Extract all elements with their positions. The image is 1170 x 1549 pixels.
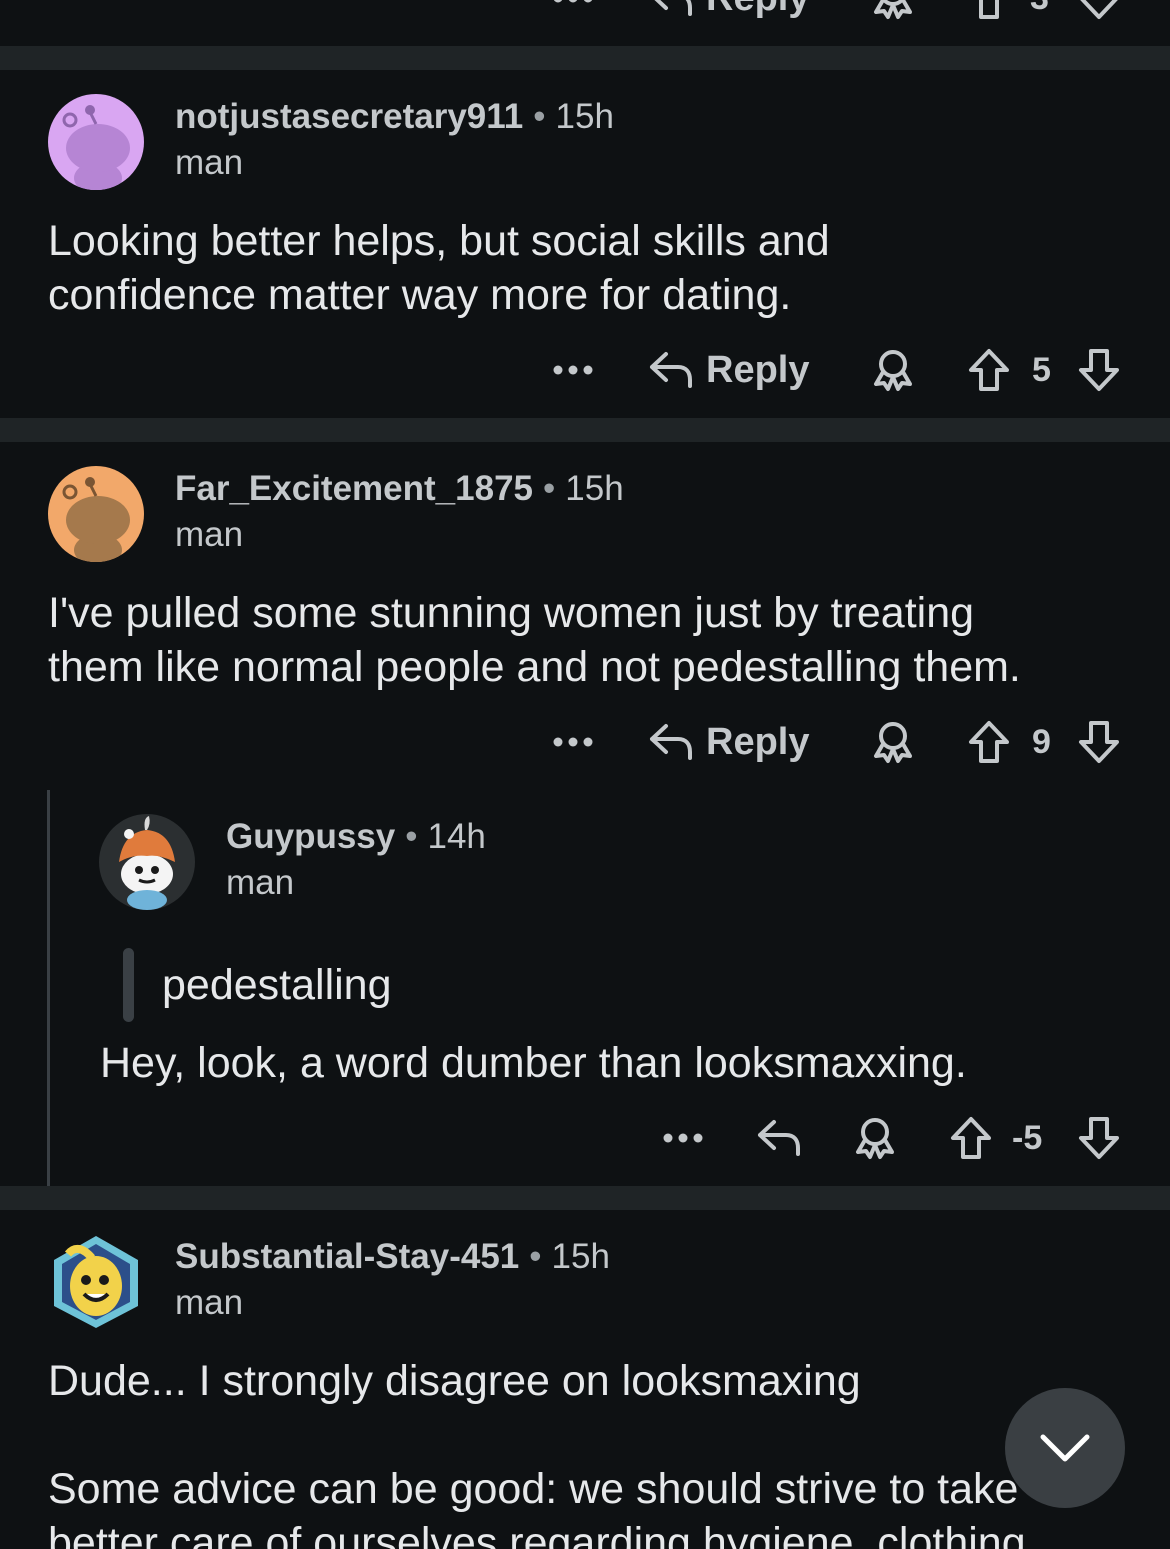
more-button[interactable] xyxy=(552,0,594,26)
downvote-icon xyxy=(1079,721,1119,763)
avatar[interactable] xyxy=(48,466,144,562)
timestamp: 15h xyxy=(565,469,624,508)
award-icon xyxy=(856,1118,894,1159)
more-button[interactable] xyxy=(552,342,594,398)
user-flair: man xyxy=(175,515,244,554)
meta-separator: • xyxy=(405,817,418,856)
downvote-button[interactable] xyxy=(1076,342,1122,398)
award-button[interactable] xyxy=(870,714,916,770)
comment-body: Dude... I strongly disagree on looksmaxi… xyxy=(48,1354,1026,1549)
award-button[interactable] xyxy=(870,342,916,398)
downvote-button[interactable] xyxy=(1076,1110,1122,1166)
reply-button[interactable]: Reply xyxy=(648,342,809,398)
reply-button[interactable]: Reply xyxy=(648,0,809,26)
upvote-icon xyxy=(969,721,1009,763)
comment-body-line: I've pulled some stunning women just by … xyxy=(48,589,975,637)
username[interactable]: Far_Excitement_1875 xyxy=(175,469,533,508)
vote-count: 9 xyxy=(1032,722,1051,761)
comment-meta: Far_Excitement_1875 • 15h xyxy=(175,466,624,512)
comment: notjustasecretary911 • 15h man Looking bet… xyxy=(0,70,1170,418)
previous-comment-actions: Reply 3 xyxy=(0,0,1170,46)
award-button[interactable] xyxy=(870,0,916,26)
meta-separator: • xyxy=(543,469,556,508)
comment-body: Hey, look, a word dumber than looksmaxxi… xyxy=(100,1036,967,1090)
comment: Substantial-Stay-451 • 15h man Dude... I s… xyxy=(0,1210,1170,1549)
comment-actions: Reply 9 xyxy=(0,714,1170,770)
comment-actions: Reply 5 xyxy=(0,342,1170,398)
user-flair: man xyxy=(175,143,244,182)
downvote-icon xyxy=(1079,349,1119,391)
downvote-button[interactable] xyxy=(1076,714,1122,770)
snoo-avatar-icon xyxy=(99,814,195,910)
more-icon xyxy=(663,1133,703,1143)
comment-separator xyxy=(0,1186,1170,1210)
comment-actions: -5 xyxy=(0,1110,1170,1166)
meta-separator: • xyxy=(529,1237,542,1276)
username[interactable]: notjustasecretary911 xyxy=(175,97,523,136)
reply-button[interactable] xyxy=(756,1110,802,1166)
username[interactable]: Guypussy xyxy=(226,817,395,856)
more-button[interactable] xyxy=(662,1110,704,1166)
comment-meta: notjustasecretary911 • 15h xyxy=(175,94,614,140)
scroll-next-comment-button[interactable] xyxy=(1005,1388,1125,1508)
snoo-avatar-icon xyxy=(54,1236,138,1328)
reply-arrow-icon xyxy=(650,352,692,388)
comment-body-line: Hey, look, a word dumber than looksmaxxi… xyxy=(100,1039,967,1087)
vote-count: -5 xyxy=(1012,1118,1043,1157)
more-icon xyxy=(553,365,593,375)
downvote-icon xyxy=(1079,1117,1119,1159)
timestamp: 15h xyxy=(551,1237,610,1276)
comment-separator xyxy=(0,418,1170,442)
user-flair: man xyxy=(226,863,295,902)
comment-meta: Substantial-Stay-451 • 15h xyxy=(175,1234,610,1280)
comment-body-line: them like normal people and not pedestal… xyxy=(48,643,1021,691)
username[interactable]: Substantial-Stay-451 xyxy=(175,1237,519,1276)
user-flair: man xyxy=(175,1283,244,1322)
comment-body-line: better care of ourselves regarding hygie… xyxy=(48,1519,1026,1549)
upvote-icon xyxy=(971,0,1007,19)
more-icon xyxy=(553,737,593,747)
vote-count: 5 xyxy=(1032,350,1051,389)
upvote-button[interactable] xyxy=(948,1110,994,1166)
avatar[interactable] xyxy=(48,1234,144,1330)
award-button[interactable] xyxy=(852,1110,898,1166)
avatar[interactable] xyxy=(48,94,144,190)
snoo-avatar-icon xyxy=(48,466,144,562)
downvote-button[interactable] xyxy=(1076,0,1122,26)
comment-body-line: Looking better helps, but social skills … xyxy=(48,217,830,265)
avatar[interactable] xyxy=(99,814,195,910)
award-icon xyxy=(874,722,912,763)
more-icon xyxy=(553,0,593,3)
reply-arrow-icon xyxy=(654,0,692,16)
meta-separator: • xyxy=(533,97,546,136)
timestamp: 14h xyxy=(427,817,486,856)
upvote-button[interactable] xyxy=(966,0,1012,26)
comment-body-line: confidence matter way more for dating. xyxy=(48,271,792,319)
chevron-down-icon xyxy=(1040,1434,1090,1462)
award-icon xyxy=(874,350,912,391)
award-icon xyxy=(874,0,912,19)
comment: Far_Excitement_1875 • 15h man I've pulled … xyxy=(0,442,1170,1186)
comment-body-line: Dude... I strongly disagree on looksmaxi… xyxy=(48,1357,861,1405)
comment-body-line: Some advice can be good: we should striv… xyxy=(48,1465,1019,1513)
reply-arrow-icon xyxy=(650,724,692,760)
reply-arrow-icon xyxy=(758,1120,800,1156)
upvote-button[interactable] xyxy=(966,714,1012,770)
upvote-button[interactable] xyxy=(966,342,1012,398)
downvote-icon xyxy=(1080,0,1118,19)
vote-count: 3 xyxy=(1030,0,1049,26)
reply-button[interactable]: Reply xyxy=(648,714,809,770)
comment-separator xyxy=(0,46,1170,70)
more-button[interactable] xyxy=(552,714,594,770)
quote-bar xyxy=(123,948,134,1022)
comment-body: I've pulled some stunning women just by … xyxy=(48,586,1021,694)
upvote-icon xyxy=(951,1117,991,1159)
comment-meta: Guypussy • 14h xyxy=(226,814,486,860)
comment-body: Looking better helps, but social skills … xyxy=(48,214,830,322)
quoted-text: pedestalling xyxy=(162,961,392,1009)
upvote-icon xyxy=(969,349,1009,391)
snoo-avatar-icon xyxy=(48,94,144,190)
timestamp: 15h xyxy=(555,97,614,136)
